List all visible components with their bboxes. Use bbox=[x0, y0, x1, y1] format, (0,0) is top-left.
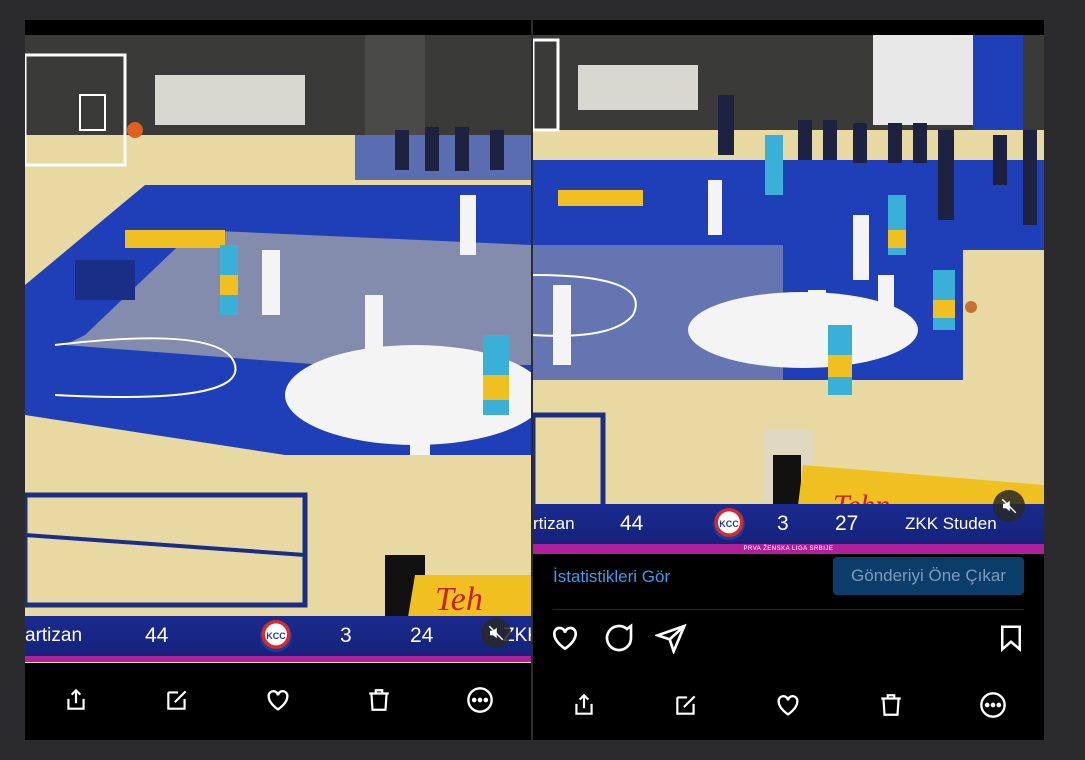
speaker-muted-icon bbox=[1001, 498, 1017, 514]
comment-icon bbox=[605, 623, 633, 652]
video-player-left[interactable]: Teh bbox=[25, 35, 531, 663]
trash-icon bbox=[369, 689, 389, 711]
like-button[interactable] bbox=[768, 685, 808, 725]
quarter-number: 3 bbox=[777, 512, 789, 535]
edit-button[interactable] bbox=[157, 680, 197, 720]
more-button[interactable] bbox=[460, 680, 500, 720]
away-team-name: ZKK Studen bbox=[905, 514, 997, 533]
post-toolbar-right bbox=[533, 670, 1044, 740]
social-actions bbox=[533, 618, 1044, 658]
promote-post-button[interactable]: Gönderiyi Öne Çıkar bbox=[833, 557, 1024, 595]
send-icon bbox=[653, 623, 687, 656]
game-clock: 24 bbox=[410, 624, 434, 647]
trash-icon bbox=[880, 694, 901, 716]
game-clock: 27 bbox=[835, 512, 859, 535]
post-actions: İstatistikleri Gör Gönderiyi Öne Çıkar bbox=[533, 545, 1044, 605]
home-team-name: rtizan bbox=[533, 514, 575, 533]
share-icon bbox=[575, 693, 593, 715]
basketball-video-frame: Teh bbox=[25, 35, 531, 663]
heart-icon bbox=[267, 690, 289, 711]
home-team-name: artizan bbox=[25, 625, 83, 646]
delete-button[interactable] bbox=[359, 680, 399, 720]
comment-button[interactable] bbox=[603, 622, 635, 654]
edit-icon bbox=[676, 695, 696, 715]
league-logo: KCC bbox=[260, 620, 292, 652]
right-post-panel: Tehn rtizan 44 KCC 3 27 ZKK Studen PRVA … bbox=[533, 20, 1044, 740]
video-player-right[interactable]: Tehn bbox=[533, 35, 1044, 546]
basketball-video-frame: Tehn bbox=[533, 35, 1044, 546]
edit-button[interactable] bbox=[666, 685, 706, 725]
post-toolbar-left bbox=[25, 665, 531, 735]
mute-button[interactable] bbox=[993, 490, 1025, 522]
like-button[interactable] bbox=[549, 622, 581, 654]
share-button[interactable] bbox=[56, 680, 96, 720]
save-button[interactable] bbox=[996, 622, 1028, 654]
more-icon bbox=[980, 692, 1006, 718]
scoreboard-left: artizan 44 KCC 3 24 ZKK bbox=[25, 616, 531, 662]
share-icon bbox=[66, 688, 85, 710]
heart-icon bbox=[777, 695, 799, 716]
send-button[interactable] bbox=[653, 622, 687, 656]
left-post-panel: Teh artizan 44 KCC 3 24 ZKK bbox=[25, 20, 531, 740]
speaker-muted-icon bbox=[488, 625, 504, 641]
mute-button[interactable] bbox=[481, 618, 511, 648]
scoreboard-stripe bbox=[25, 656, 531, 662]
edit-icon bbox=[167, 690, 187, 710]
quarter-number: 3 bbox=[340, 624, 352, 647]
delete-button[interactable] bbox=[871, 685, 911, 725]
like-button[interactable] bbox=[258, 680, 298, 720]
more-icon bbox=[467, 687, 494, 713]
share-button[interactable] bbox=[564, 685, 604, 725]
svg-text:Teh: Teh bbox=[435, 581, 483, 618]
heart-icon bbox=[552, 626, 578, 651]
more-button[interactable] bbox=[973, 685, 1013, 725]
home-score: 44 bbox=[620, 512, 644, 535]
view-insights-link[interactable]: İstatistikleri Gör bbox=[553, 567, 670, 587]
league-logo: KCC bbox=[713, 508, 745, 540]
bookmark-icon bbox=[1001, 625, 1021, 652]
home-score: 44 bbox=[145, 624, 169, 647]
divider bbox=[553, 609, 1024, 610]
scoreboard-right: rtizan 44 KCC 3 27 ZKK Studen PRVA ŽENSK… bbox=[533, 490, 1044, 554]
